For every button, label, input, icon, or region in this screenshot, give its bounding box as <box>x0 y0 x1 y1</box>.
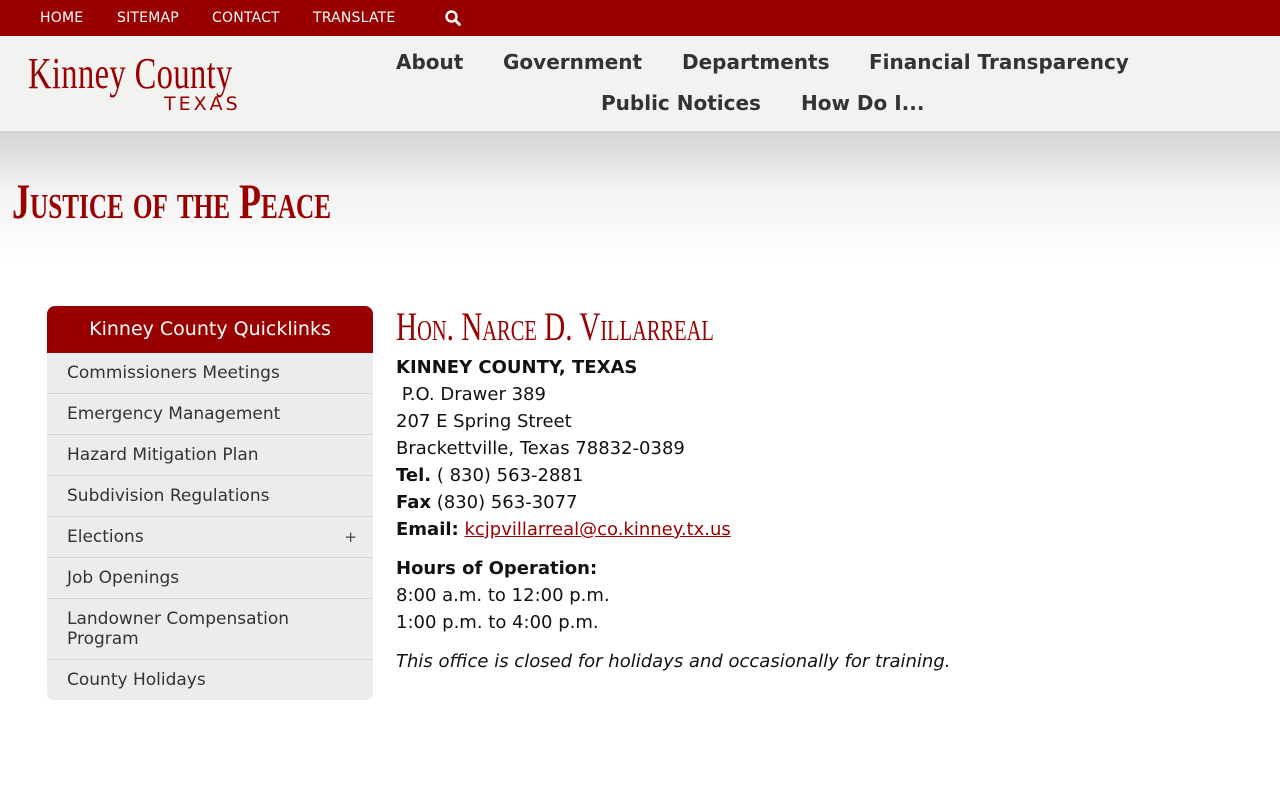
county-line: KINNEY COUNTY, TEXAS <box>396 354 1256 381</box>
nav-government[interactable]: Government <box>503 50 642 74</box>
quicklinks-sidebar: Kinney County Quicklinks Commissioners M… <box>47 306 373 700</box>
translate-link[interactable]: TRANSLATE <box>313 10 395 26</box>
county-name: KINNEY COUNTY, TEXAS <box>396 357 638 378</box>
nav-departments[interactable]: Departments <box>682 50 830 74</box>
po-box: P.O. Drawer 389 <box>396 384 546 405</box>
sitemap-link[interactable]: SITEMAP <box>117 10 179 26</box>
sidebar-item-label: Landowner Compensation Program <box>67 609 290 649</box>
sidebar-item-label: Emergency Management <box>67 404 281 424</box>
contact-link[interactable]: CONTACT <box>212 10 280 26</box>
sidebar-item-job-openings[interactable]: Job Openings <box>47 558 373 599</box>
sidebar-item-hazard-mitigation-plan[interactable]: Hazard Mitigation Plan <box>47 435 373 476</box>
nav-financial-transparency[interactable]: Financial Transparency <box>869 50 1129 74</box>
home-link[interactable]: HOME <box>40 10 83 26</box>
sidebar-item-emergency-management[interactable]: Emergency Management <box>47 394 373 435</box>
hours-label: Hours of Operation: <box>396 558 598 579</box>
closure-note: This office is closed for holidays and o… <box>396 651 951 672</box>
hours-morning: 8:00 a.m. to 12:00 p.m. <box>396 585 610 606</box>
sidebar-item-commissioners-meetings[interactable]: Commissioners Meetings <box>47 353 373 394</box>
city-state-zip: Brackettville, Texas 78832-0389 <box>396 438 685 459</box>
logo-subtitle: TEXAS <box>164 93 241 115</box>
sidebar-item-county-holidays[interactable]: County Holidays <box>47 660 373 700</box>
email-label: Email: <box>396 519 459 540</box>
official-name: Hon. Narce D. Villarreal <box>396 304 714 349</box>
expand-icon[interactable]: + <box>344 527 357 547</box>
tel-label: Tel. <box>396 465 432 486</box>
sidebar-item-label: Elections <box>67 527 144 547</box>
fax-line: Fax (830) 563-3077 <box>396 489 1256 516</box>
top-utility-bar: HOME SITEMAP CONTACT TRANSLATE <box>0 0 1280 36</box>
main-content: Hon. Narce D. Villarreal KINNEY COUNTY, … <box>396 306 1256 675</box>
search-icon[interactable] <box>444 9 462 27</box>
telephone-line: Tel. ( 830) 563-2881 <box>396 462 1256 489</box>
quicklinks-list: Commissioners Meetings Emergency Managem… <box>47 353 373 700</box>
street-address: 207 E Spring Street <box>396 411 572 432</box>
fax-label: Fax <box>396 492 431 513</box>
nav-about[interactable]: About <box>396 50 463 74</box>
sidebar-item-label: Subdivision Regulations <box>67 486 270 506</box>
email-line: Email: kcjpvillarreal@co.kinney.tx.us <box>396 516 1256 543</box>
sidebar-item-label: Job Openings <box>67 568 180 588</box>
sidebar-item-label: County Holidays <box>67 670 206 690</box>
nav-public-notices[interactable]: Public Notices <box>601 91 761 115</box>
nav-how-do-i[interactable]: How Do I... <box>801 91 924 115</box>
logo[interactable]: Kinney County <box>28 50 233 98</box>
hours-heading: Hours of Operation: <box>396 555 1256 582</box>
sidebar-item-label: Commissioners Meetings <box>67 363 280 383</box>
quicklinks-title: Kinney County Quicklinks <box>47 306 373 353</box>
email-link[interactable]: kcjpvillarreal@co.kinney.tx.us <box>464 519 730 540</box>
sidebar-item-label: Hazard Mitigation Plan <box>67 445 259 465</box>
sidebar-item-elections[interactable]: Elections + <box>47 517 373 558</box>
fax-value: (830) 563-3077 <box>431 492 578 513</box>
sidebar-item-landowner-compensation-program[interactable]: Landowner Compensation Program <box>47 599 373 660</box>
tel-value: ( 830) 563-2881 <box>431 465 584 486</box>
site-header: Kinney County TEXAS About Government Dep… <box>0 36 1280 131</box>
hours-afternoon: 1:00 p.m. to 4:00 p.m. <box>396 612 599 633</box>
sidebar-item-subdivision-regulations[interactable]: Subdivision Regulations <box>47 476 373 517</box>
page-title: Justice of the Peace <box>12 173 332 229</box>
